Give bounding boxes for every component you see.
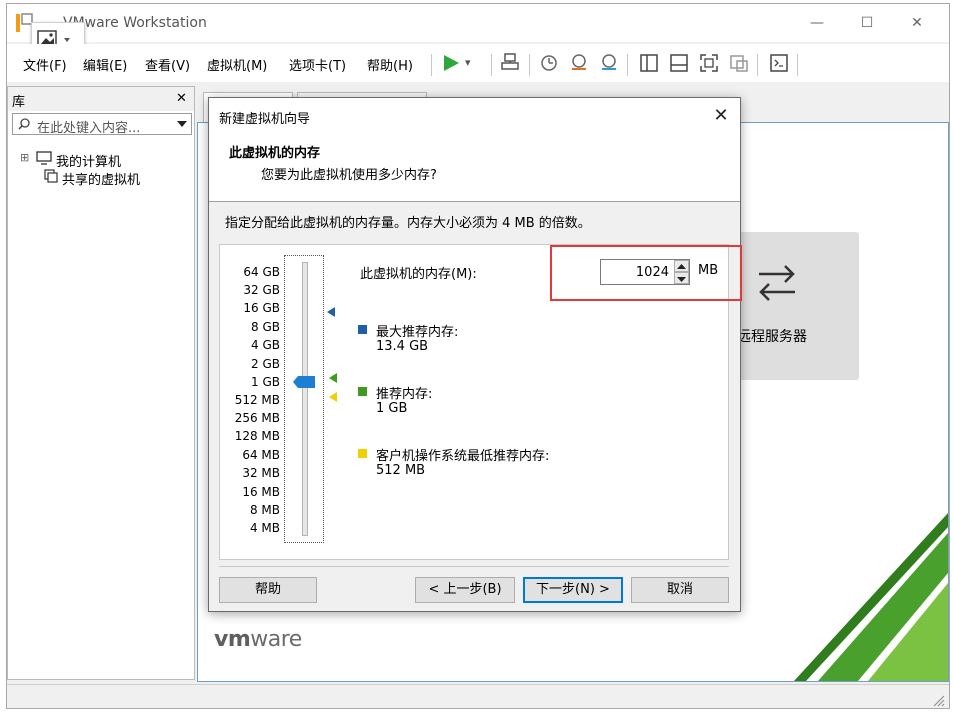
- max-recommended-title: 最大推荐内存:: [376, 325, 459, 340]
- snapshot-icon[interactable]: [537, 51, 561, 75]
- annotation-highlight-box: [550, 245, 742, 301]
- play-dropdown-icon[interactable]: ▾: [465, 56, 471, 69]
- toolbar-separator: [431, 54, 432, 76]
- swap-arrows-icon: [759, 265, 795, 301]
- scale-label: 8 GB: [251, 320, 280, 334]
- minimum-recommended-value: 512 MB: [376, 463, 426, 478]
- new-vm-wizard-dialog: 新建虚拟机向导 ✕ 此虚拟机的内存 您要为此虚拟机使用多少内存? 指定分配给此虚…: [208, 97, 742, 612]
- library-title: 库: [12, 95, 26, 110]
- tree-item-label: 共享的虚拟机: [62, 173, 141, 188]
- page-heading: 此虚拟机的内存: [229, 146, 321, 161]
- resize-grip-icon[interactable]: [931, 693, 945, 707]
- toolbar-separator: [491, 54, 492, 76]
- scale-label: 32 GB: [243, 283, 280, 297]
- memory-settings-panel: 64 GB 32 GB 16 GB 8 GB 4 GB 2 GB 1 GB 51…: [219, 244, 742, 560]
- minimum-recommended-marker-icon: [329, 392, 337, 402]
- send-ctrl-alt-del-icon[interactable]: [499, 51, 523, 75]
- slider-thumb[interactable]: [293, 376, 315, 388]
- chevron-down-icon[interactable]: [177, 121, 187, 129]
- remote-server-label: 远程服务器: [737, 329, 807, 345]
- scale-label: 2 GB: [251, 357, 280, 371]
- title-bar: VMware Workstation — ☐ ✕: [7, 4, 949, 42]
- computer-icon: [36, 151, 52, 165]
- library-search-input[interactable]: 在此处键入内容...: [37, 117, 140, 136]
- memory-field-label: 此虚拟机的内存(M):: [360, 267, 477, 282]
- shared-vm-icon: [44, 169, 58, 183]
- menu-edit[interactable]: 编辑(E): [83, 55, 127, 74]
- toolbar-separator: [627, 54, 628, 76]
- console-view-icon[interactable]: [767, 51, 791, 75]
- toolbar-separator: [757, 54, 758, 76]
- dialog-header: 新建虚拟机向导 ✕ 此虚拟机的内存 您要为此虚拟机使用多少内存?: [209, 98, 740, 202]
- toolbar-separator: [797, 54, 798, 76]
- scale-label: 16 MB: [242, 485, 280, 499]
- decorative-green-stripes: [794, 513, 948, 681]
- menu-vm[interactable]: 虚拟机(M): [207, 55, 267, 74]
- memory-slider[interactable]: [284, 255, 324, 543]
- scale-label: 256 MB: [234, 411, 280, 425]
- dialog-close-button[interactable]: ✕: [709, 104, 733, 128]
- slider-track[interactable]: [302, 262, 308, 536]
- tree-expander-icon[interactable]: ⊞: [20, 151, 29, 164]
- footer-divider: [219, 566, 729, 567]
- scale-label: 32 MB: [242, 466, 280, 480]
- library-tree: ⊞ 我的计算机 共享的虚拟机: [12, 147, 192, 667]
- minimize-button[interactable]: —: [797, 10, 837, 36]
- scale-label: 16 GB: [243, 301, 280, 315]
- vmware-logo: vmware: [214, 627, 302, 652]
- scale-label: 64 MB: [242, 448, 280, 462]
- minimum-recommended-title: 客户机操作系统最低推荐内存:: [376, 449, 550, 464]
- connect-remote-server-card[interactable]: 远程服务器: [735, 232, 859, 380]
- max-recommended-color-swatch: [358, 325, 367, 334]
- library-header: 库 ✕: [8, 87, 194, 111]
- search-icon: [18, 118, 30, 130]
- menu-bar: 文件(F) 编辑(E) 查看(V) 虚拟机(M) 选项卡(T) 帮助(H) ▾: [7, 44, 949, 82]
- help-button[interactable]: 帮助: [219, 577, 317, 603]
- menu-tabs[interactable]: 选项卡(T): [289, 55, 346, 74]
- recommended-title: 推荐内存:: [376, 387, 433, 402]
- show-library-icon[interactable]: [637, 51, 661, 75]
- play-icon[interactable]: [439, 51, 463, 75]
- minimum-recommended-color-swatch: [358, 449, 367, 458]
- max-recommended-marker-icon: [327, 307, 335, 317]
- scale-label: 4 GB: [251, 338, 280, 352]
- snapshot-manager-icon[interactable]: [597, 51, 621, 75]
- page-subheading: 您要为此虚拟机使用多少内存?: [261, 168, 437, 183]
- scale-label: 512 MB: [234, 393, 280, 407]
- full-screen-icon[interactable]: [697, 51, 721, 75]
- library-panel: 库 ✕ 在此处键入内容... ⊞ 我的计算机 共享的虚拟机: [7, 86, 195, 680]
- recommended-value: 1 GB: [376, 401, 408, 416]
- scale-label: 1 GB: [251, 375, 280, 389]
- menu-help[interactable]: 帮助(H): [367, 55, 413, 74]
- menu-file[interactable]: 文件(F): [23, 55, 67, 74]
- memory-instruction: 指定分配给此虚拟机的内存量。内存大小必须为 4 MB 的倍数。: [225, 216, 591, 231]
- revert-snapshot-icon[interactable]: [567, 51, 591, 75]
- scale-label: 8 MB: [249, 503, 280, 517]
- scale-label: 64 GB: [243, 265, 280, 279]
- max-recommended-value: 13.4 GB: [376, 339, 429, 354]
- unity-icon[interactable]: [727, 51, 751, 75]
- dialog-title: 新建虚拟机向导: [219, 112, 311, 127]
- close-window-button[interactable]: ✕: [897, 10, 937, 36]
- scale-label: 128 MB: [234, 429, 280, 443]
- next-button[interactable]: 下一步(N) >: [523, 577, 623, 603]
- toolbar-separator: [529, 54, 530, 76]
- library-search-box[interactable]: 在此处键入内容...: [12, 113, 192, 136]
- back-button[interactable]: < 上一步(B): [415, 577, 515, 603]
- recommended-color-swatch: [358, 387, 367, 396]
- menu-view[interactable]: 查看(V): [145, 55, 190, 74]
- library-close-icon[interactable]: ✕: [176, 91, 187, 106]
- status-bar: [7, 684, 949, 708]
- thumbnail-bar-icon[interactable]: [667, 51, 691, 75]
- tree-item-label: 我的计算机: [56, 155, 122, 170]
- scale-label: 4 MB: [249, 521, 280, 535]
- cancel-button[interactable]: 取消: [631, 577, 729, 603]
- recommended-marker-icon: [329, 373, 337, 383]
- maximize-button[interactable]: ☐: [847, 10, 887, 36]
